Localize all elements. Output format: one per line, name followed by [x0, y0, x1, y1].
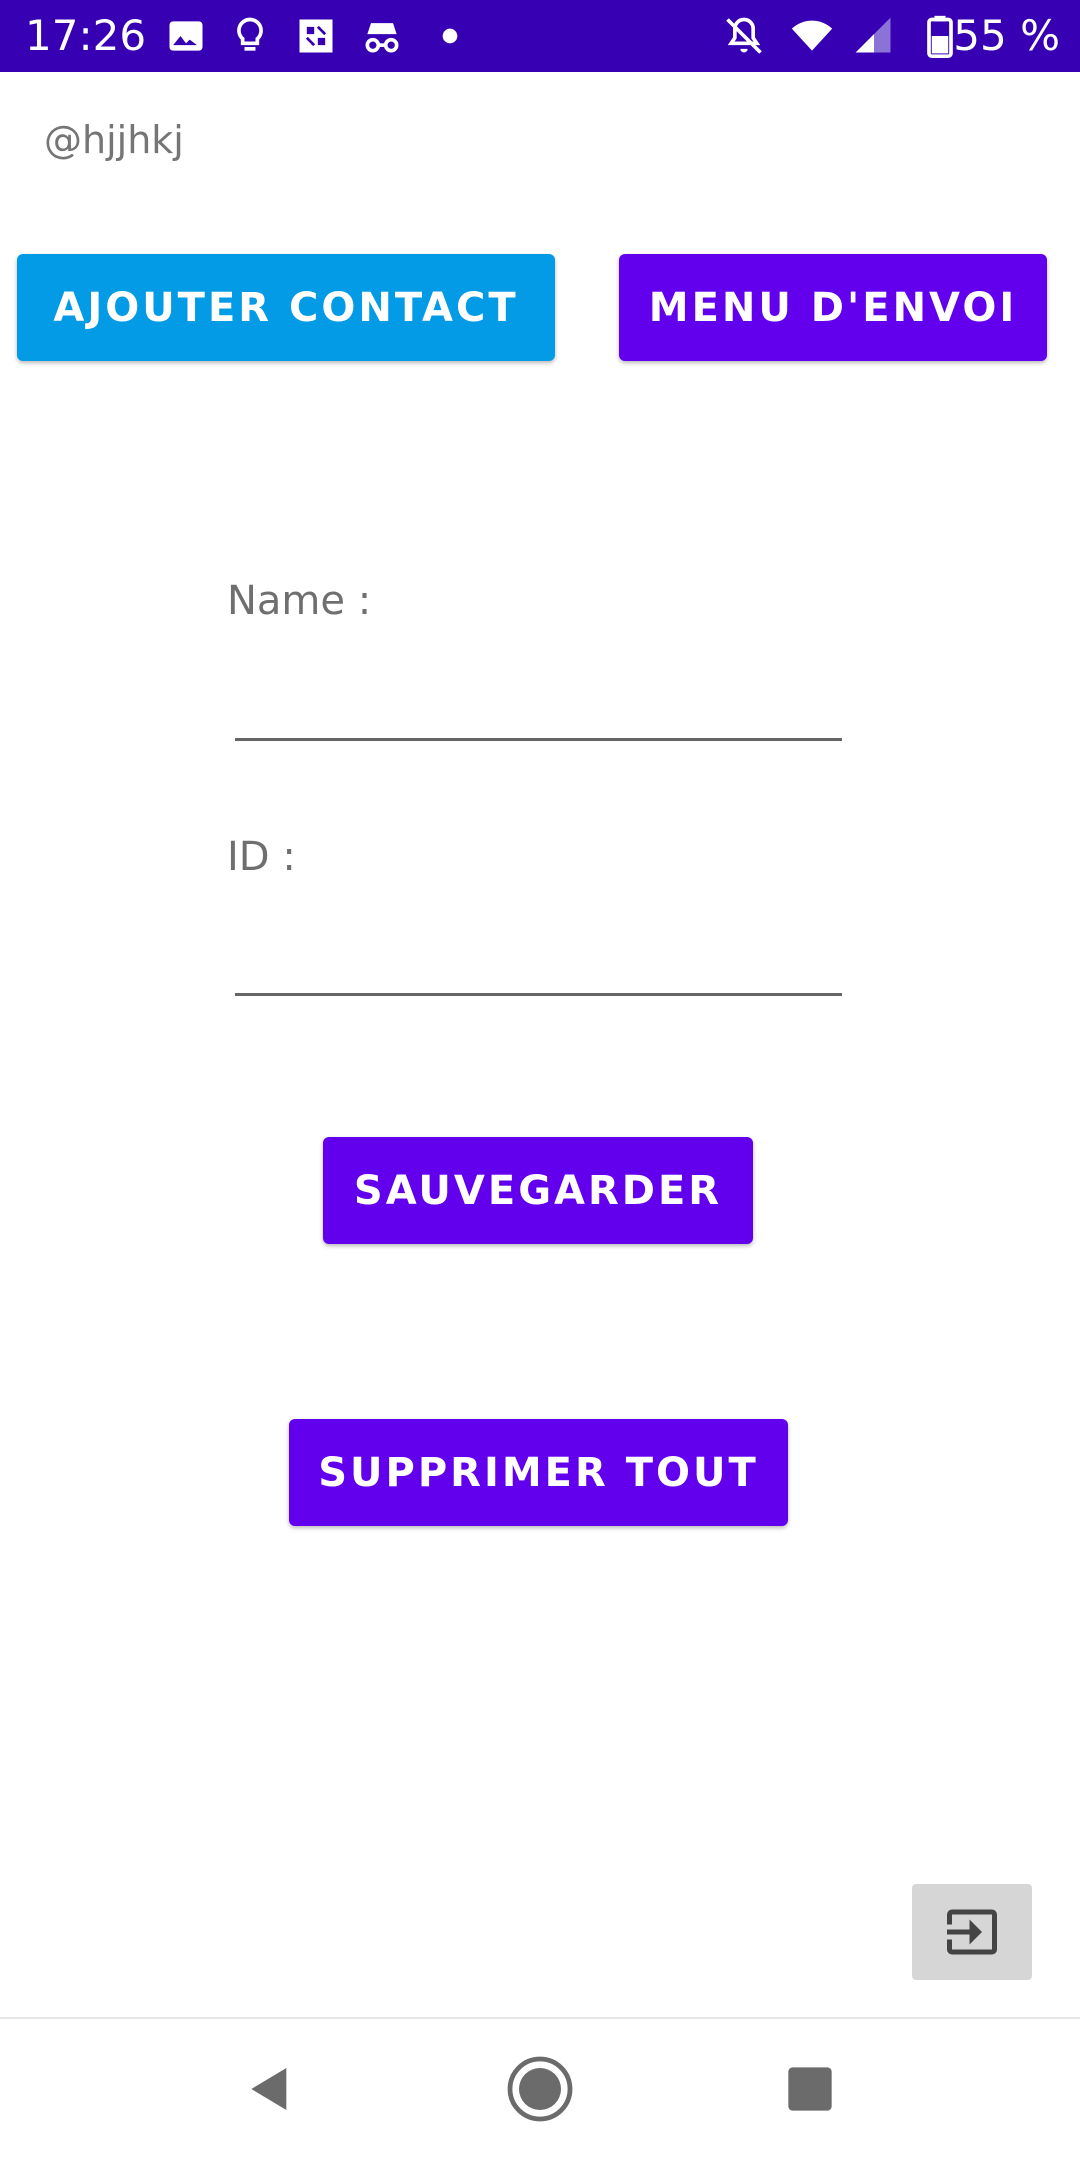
add-contact-button[interactable]: AJOUTER CONTACT — [17, 254, 555, 361]
navigation-bar — [0, 2017, 1080, 2162]
id-input[interactable] — [235, 936, 842, 996]
back-button[interactable] — [230, 2049, 310, 2129]
name-input[interactable] — [235, 681, 842, 741]
delete-all-button[interactable]: SUPPRIMER TOUT — [289, 1419, 788, 1526]
status-time: 17:26 — [25, 11, 147, 60]
image-icon — [169, 21, 203, 51]
exit-button[interactable] — [912, 1884, 1032, 1980]
app-icon — [299, 19, 333, 53]
status-bar: 17:26 55 % — [0, 0, 1080, 72]
signal-icon — [855, 17, 891, 53]
dot-icon — [442, 28, 458, 44]
save-button[interactable]: SAUVEGARDER — [323, 1137, 753, 1244]
recents-icon — [788, 2067, 832, 2111]
home-icon — [507, 2056, 573, 2122]
mute-icon — [726, 17, 762, 54]
back-icon — [251, 2068, 287, 2110]
battery-percentage: 55 % — [953, 11, 1060, 60]
exit-icon — [947, 1909, 997, 1955]
send-menu-button[interactable]: MENU D'ENVOI — [619, 254, 1047, 361]
id-label: ID : — [227, 834, 296, 880]
home-button[interactable] — [500, 2049, 580, 2129]
wifi-icon — [791, 20, 833, 51]
name-label: Name : — [227, 578, 372, 624]
recents-button[interactable] — [770, 2049, 850, 2129]
user-handle: @hjjhkj — [44, 118, 184, 162]
incognito-icon — [365, 23, 399, 53]
lightbulb-icon — [237, 17, 263, 51]
